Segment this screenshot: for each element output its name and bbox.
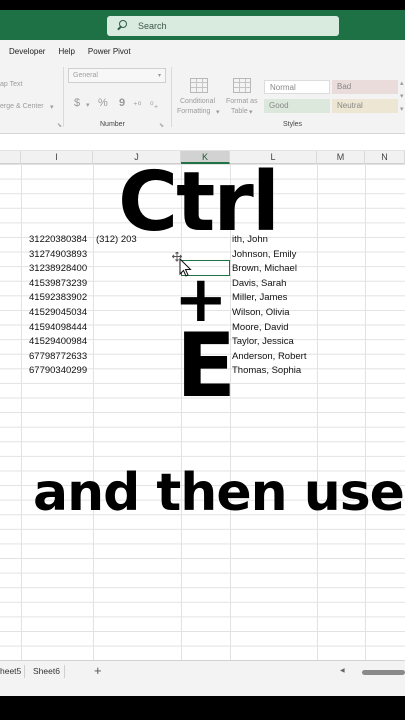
row-header-corner [0,151,21,164]
cell-l[interactable]: Wilson, Olivia [232,307,290,319]
cell-l[interactable]: Johnson, Emily [232,249,296,261]
cell-l[interactable]: Brown, Michael [232,263,297,275]
scroll-up-icon[interactable]: ▴ [400,79,404,87]
search-icon [116,20,128,32]
styles-group-label: Styles [283,121,303,128]
tab-help[interactable]: Help [58,47,74,56]
overlay-e-text: E [176,314,237,417]
cell-i[interactable]: 41592383902 [29,292,87,304]
chevron-down-icon[interactable]: ▾ [216,108,220,116]
number-launcher-icon[interactable]: ⬊ [159,122,164,129]
increase-decimal-icon[interactable]: ⁺⁰ [133,100,141,111]
style-neutral[interactable]: Neutral [332,99,398,113]
ribbon-separator [171,67,172,127]
scroll-down-icon[interactable]: ▾ [400,92,404,100]
sheet-tab-6[interactable]: Sheet6 [33,666,60,676]
chevron-down-icon[interactable]: ▾ [86,101,90,109]
cell-i[interactable]: 41539873239 [29,278,87,290]
comma-format-button[interactable]: 9 [119,97,125,109]
alignment-launcher-icon[interactable]: ⬊ [57,122,62,129]
chevron-down-icon[interactable]: ▾ [249,108,253,116]
tab-power-pivot[interactable]: Power Pivot [88,47,131,56]
status-bar [0,682,405,696]
cell-i[interactable]: 31238928400 [29,263,87,275]
overlay-ctrl-text: Ctrl [118,155,280,250]
ribbon-tabs: Developer Help Power Pivot [0,40,405,62]
cell-i[interactable]: 31274903893 [29,249,87,261]
chevron-down-icon[interactable]: ▾ [50,103,54,111]
format-as-table-label-2[interactable]: Table [231,108,248,115]
style-good[interactable]: Good [264,99,330,113]
decrease-decimal-icon[interactable]: ⁰₊ [150,100,158,111]
format-as-table-label[interactable]: Format as [226,98,258,105]
cell-l[interactable]: Taylor, Jessica [232,336,294,348]
scroll-left-icon[interactable]: ◀ [340,667,345,674]
number-group-label: Number [100,121,125,128]
tab-developer[interactable]: Developer [9,47,45,56]
video-frame: Search Developer Help Power Pivot ap Tex… [0,0,405,720]
percent-format-button[interactable]: % [98,97,108,109]
style-normal-label: Normal [270,83,296,92]
cell-l[interactable]: Moore, David [232,322,289,334]
wrap-text-button[interactable]: ap Text [0,81,22,88]
cell-i[interactable]: 41594098444 [29,322,87,334]
sheet-tabs-bar: heet5 Sheet6 + ◀ [0,660,405,682]
style-normal[interactable]: Normal [264,80,330,94]
more-styles-icon[interactable]: ▾ [400,105,404,113]
cell-i[interactable]: 41529400984 [29,336,87,348]
tab-separator [64,665,65,678]
ribbon-separator [63,67,64,127]
cell-l[interactable]: Anderson, Robert [232,351,306,363]
conditional-formatting-icon [190,78,208,93]
grid-line [365,164,366,670]
search-placeholder: Search [138,21,167,31]
cell-i[interactable]: 41529045034 [29,307,87,319]
style-good-label: Good [269,101,289,110]
style-bad[interactable]: Bad [332,80,398,94]
ribbon: ap Text erge & Center ▾ ⬊ General ▾ $ ▾ … [0,62,405,134]
merge-center-button[interactable]: erge & Center [0,103,44,110]
grid-line [93,164,94,670]
conditional-formatting-label-2[interactable]: Formatting [177,108,210,115]
grid-line [21,164,22,670]
grid-line [317,164,318,670]
number-format-dropdown[interactable]: General ▾ [68,68,166,83]
chevron-down-icon: ▾ [157,73,161,79]
add-sheet-icon[interactable]: + [94,663,102,678]
number-format-value: General [73,72,98,79]
format-as-table-icon [233,78,251,93]
style-bad-label: Bad [337,82,352,91]
cell-l[interactable]: Miller, James [232,292,287,304]
column-header-i[interactable]: I [21,151,93,164]
excel-window: Search Developer Help Power Pivot ap Tex… [0,10,405,696]
cell-i[interactable]: 67790340299 [29,365,87,377]
horizontal-scrollbar[interactable] [362,670,405,675]
conditional-formatting-label[interactable]: Conditional [180,98,215,105]
cell-i[interactable]: 67798772633 [29,351,87,363]
style-neutral-label: Neutral [337,101,363,110]
cell-l[interactable]: Thomas, Sophia [232,365,301,377]
currency-format-button[interactable]: $ [74,97,80,109]
tab-separator [24,665,25,678]
sheet-tab-5[interactable]: heet5 [0,666,21,676]
cell-i[interactable]: 31220380384 [29,234,87,246]
overlay-caption-text: and then use [33,463,405,523]
column-header-n[interactable]: N [365,151,405,164]
title-bar: Search [0,10,405,40]
cell-l[interactable]: Davis, Sarah [232,278,286,290]
column-header-m[interactable]: M [317,151,365,164]
search-box[interactable]: Search [107,16,339,36]
